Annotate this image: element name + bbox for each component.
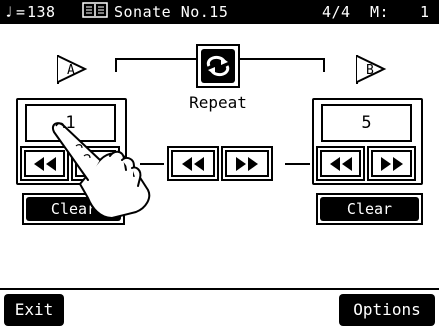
fast-forward-icon: [380, 156, 403, 171]
fast-forward-icon: [236, 156, 258, 171]
marker-b-clear-button[interactable]: Clear: [316, 193, 423, 225]
footer-divider: [0, 288, 439, 290]
rewind-icon: [182, 156, 204, 171]
repeat-button[interactable]: [196, 44, 240, 88]
quarter-note-icon: ♩: [4, 3, 14, 21]
marker-a-controls: [20, 146, 120, 181]
rewind-icon: [33, 156, 56, 171]
book-icon: [82, 2, 108, 23]
fast-forward-icon: [84, 156, 107, 171]
bracket-left-vertical: [115, 58, 117, 72]
marker-b-flag-icon: B: [354, 53, 388, 89]
repeat-label: Repeat: [189, 93, 247, 112]
marker-b-rewind-button[interactable]: [316, 146, 365, 181]
marker-a-letter: A: [67, 63, 75, 78]
measure-label: M:: [370, 3, 390, 21]
options-button[interactable]: Options: [339, 294, 435, 326]
tempo-equals: =: [16, 3, 26, 21]
bracket-right-vertical: [323, 58, 325, 72]
exit-button[interactable]: Exit: [4, 294, 64, 326]
center-forward-button[interactable]: [221, 146, 273, 181]
center-controls: [167, 146, 273, 181]
center-rewind-button[interactable]: [167, 146, 219, 181]
measure-value: 1: [420, 3, 430, 21]
status-bar: ♩ = 138 Sonate No.15 4/4 M: 1: [0, 0, 439, 24]
marker-a-clear-button[interactable]: Clear: [22, 193, 125, 225]
repeat-loop-icon: [201, 49, 235, 83]
marker-a-flag-icon: A: [55, 53, 89, 89]
marker-a-value[interactable]: 1: [25, 104, 116, 142]
tempo-value: 138: [27, 3, 56, 21]
bracket-right-horizontal: [240, 58, 325, 60]
time-signature: 4/4: [322, 3, 351, 21]
rewind-icon: [329, 156, 352, 171]
marker-b-controls: [316, 146, 416, 181]
connector-left: [140, 163, 164, 165]
marker-b-forward-button[interactable]: [367, 146, 416, 181]
marker-b-value[interactable]: 5: [321, 104, 412, 142]
song-title: Sonate No.15: [114, 3, 229, 21]
bracket-left-horizontal: [115, 58, 196, 60]
marker-a-forward-button[interactable]: [71, 146, 120, 181]
marker-a-rewind-button[interactable]: [20, 146, 69, 181]
marker-b-letter: B: [366, 63, 374, 78]
connector-right: [285, 163, 310, 165]
